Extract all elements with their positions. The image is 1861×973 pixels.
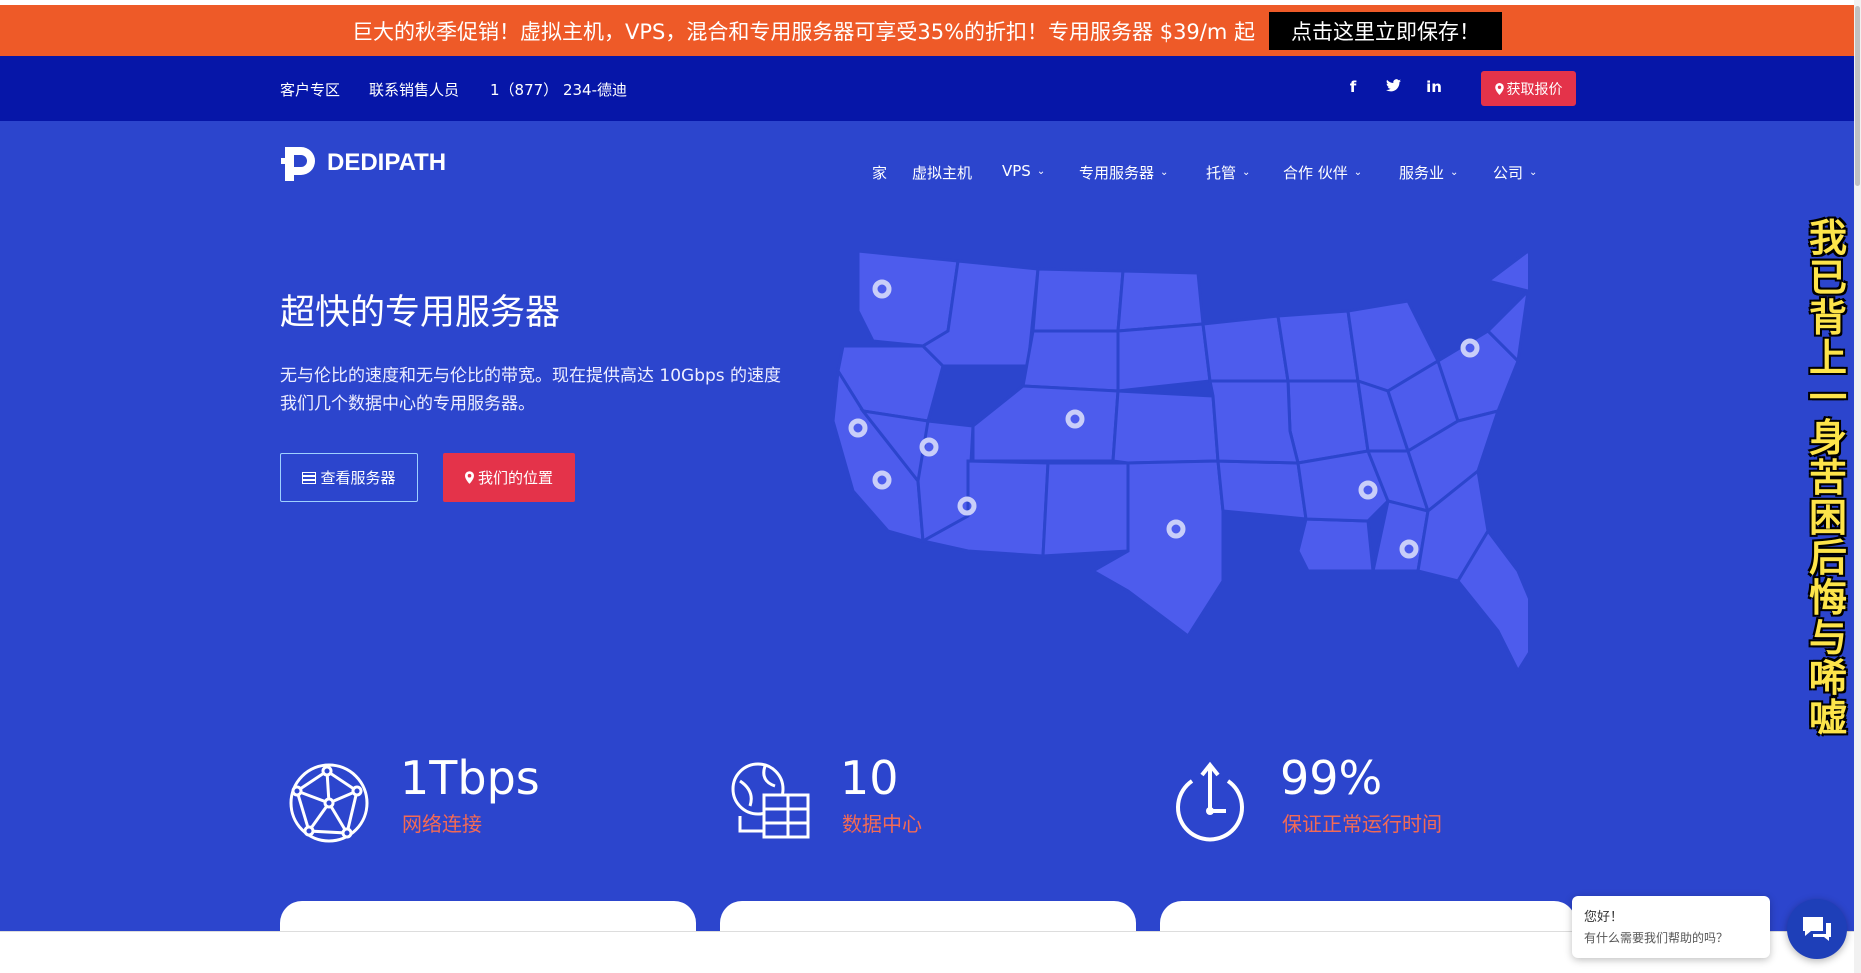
nav-home[interactable]: 家 (872, 162, 887, 183)
server-list-icon (302, 471, 317, 484)
get-quote-label: 获取报价 (1506, 81, 1563, 98)
hero-title: 超快的专用服务器 (280, 293, 561, 333)
linkedin-icon[interactable]: in (1424, 78, 1444, 96)
chat-greeting-bubble[interactable]: 您好！ 有什么需要我们帮助的吗？ (1572, 896, 1770, 958)
nav-partners[interactable]: 合作 伙伴 ⌄ (1283, 162, 1362, 183)
chevron-down-icon: ⌄ (1036, 165, 1046, 177)
chevron-down-icon: ⌄ (1160, 167, 1169, 178)
stat-value: 99% (1280, 751, 1383, 805)
nav-label: 托管 (1206, 164, 1237, 182)
nav-services[interactable]: 服务业 ⌄ (1399, 162, 1458, 183)
stat-label: 网络连接 (402, 812, 482, 836)
hero-desc-line: 无与伦比的速度和无与伦比的带宽。现在提供高达 10Gbps 的速度 (280, 366, 782, 386)
facebook-icon[interactable]: f (1343, 78, 1363, 96)
chevron-down-icon: ⌄ (1450, 167, 1459, 178)
chevron-down-icon: ⌄ (1529, 167, 1538, 178)
our-locations-label: 我们的位置 (477, 469, 553, 487)
stat-value: 1Tbps (400, 751, 540, 805)
globe-network-icon (289, 763, 369, 843)
nav-label: 专用服务器 (1079, 164, 1155, 182)
nav-label: 虚拟主机 (912, 164, 973, 182)
chevron-down-icon: ⌄ (1353, 167, 1363, 178)
dedipath-logo-icon (281, 147, 315, 181)
chat-greeting: 您好！ (1584, 910, 1624, 925)
chat-icon (1803, 917, 1831, 941)
chat-launcher-button[interactable] (1787, 899, 1847, 959)
nav-vps[interactable]: VPS ⌄ (1002, 162, 1045, 180)
uptime-clock-icon (1176, 761, 1244, 842)
hero-section: DEDIPATH 家 虚拟主机 VPS ⌄ 专用服务器 ⌄ 托管 ⌄ 合作 伙伴 ⌄ 服… (0, 121, 1854, 971)
map-pin-icon (1494, 82, 1504, 95)
client-area-link[interactable]: 客户专区 (280, 79, 340, 100)
top-bar: 客户专区 联系销售人员 1（877） 234-德迪 f in 获取报价 (0, 56, 1854, 121)
nav-label: 服务业 (1399, 164, 1445, 182)
nav-label: 合作 伙伴 (1283, 164, 1348, 182)
map-pin-icon (464, 471, 474, 484)
view-servers-label: 查看服务器 (320, 469, 396, 487)
nav-colocation[interactable]: 托管 ⌄ (1206, 162, 1250, 183)
phone-link[interactable]: 1（877） 234-德迪 (490, 79, 627, 100)
stat-value: 10 (840, 751, 899, 805)
promo-save-button[interactable]: 点击这里立即保存！ (1269, 11, 1502, 50)
nav-label: 公司 (1493, 164, 1524, 182)
scrollbar[interactable] (1854, 0, 1861, 973)
brand-name: DEDIPATH (327, 149, 447, 176)
nav-virtual-hosting[interactable]: 虚拟主机 (912, 162, 972, 183)
nav-dedicated-servers[interactable]: 专用服务器 ⌄ (1079, 162, 1168, 183)
chat-prompt: 有什么需要我们帮助的吗？ (1584, 931, 1729, 945)
hero-description: 无与伦比的速度和无与伦比的带宽。现在提供高达 10Gbps 的速度 我们几个数据… (280, 362, 781, 418)
our-locations-button[interactable]: 我们的位置 (443, 453, 575, 502)
logo[interactable]: DEDIPATH (281, 145, 446, 181)
promo-text: 巨大的秋季促销！虚拟主机，VPS，混合和专用服务器可享受35%的折扣！专用服务器… (352, 19, 1255, 44)
hero-desc-line: 我们几个数据中心的专用服务器。 (280, 394, 535, 414)
get-quote-button[interactable]: 获取报价 (1481, 71, 1576, 106)
datacenter-icon (731, 762, 810, 839)
nav-company[interactable]: 公司 ⌄ (1493, 162, 1537, 183)
us-datacenter-map (831, 251, 1528, 675)
nav-label: VPS (1002, 162, 1031, 180)
side-overlay-text: 我已背上一身苦困后悔与唏嘘 (1808, 216, 1847, 740)
promo-banner[interactable]: 巨大的秋季促销！虚拟主机，VPS，混合和专用服务器可享受35%的折扣！专用服务器… (0, 5, 1854, 56)
stat-label: 数据中心 (842, 812, 922, 836)
nav-label: 家 (872, 164, 888, 182)
stat-label: 保证正常运行时间 (1282, 812, 1442, 836)
scrollbar-thumb[interactable] (1855, 6, 1860, 186)
view-servers-button[interactable]: 查看服务器 (280, 453, 418, 502)
twitter-icon[interactable] (1383, 78, 1403, 96)
chevron-down-icon: ⌄ (1242, 167, 1251, 178)
contact-sales-link[interactable]: 联系销售人员 (369, 79, 459, 100)
